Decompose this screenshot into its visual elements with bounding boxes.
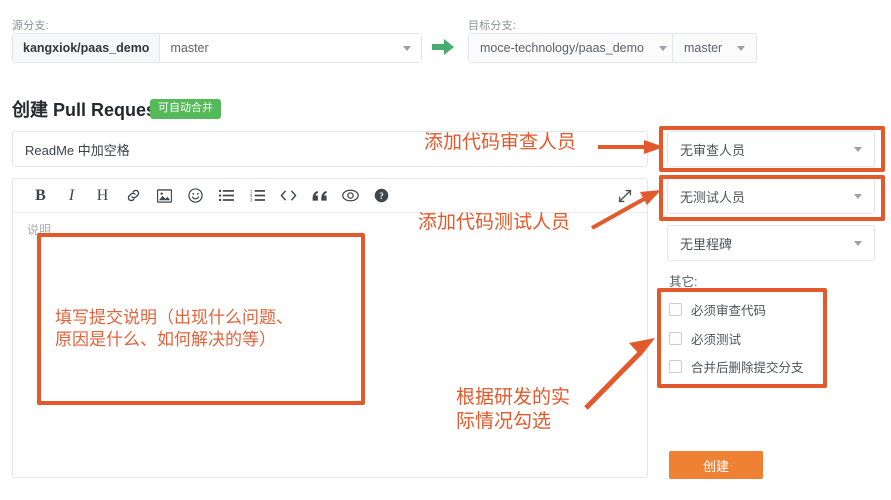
chevron-down-icon: [854, 193, 862, 199]
code-icon[interactable]: [273, 181, 304, 211]
checkbox-delete-branch-after-merge[interactable]: [669, 360, 682, 373]
target-repo-value: moce-technology/paas_demo: [480, 41, 644, 55]
source-branch-label: 源分支:: [12, 20, 49, 32]
chevron-down-icon: [737, 45, 746, 51]
link-icon[interactable]: [118, 181, 149, 211]
tester-dropdown[interactable]: 无测试人员: [667, 178, 875, 214]
checkbox-label-delete-branch-after-merge: 合并后删除提交分支: [691, 361, 804, 375]
pull-request-create-page: 源分支: 目标分支: kangxiok/paas_demo master moc…: [0, 0, 891, 500]
source-branch-dropdown[interactable]: master: [160, 34, 421, 62]
emoji-icon[interactable]: [180, 181, 211, 211]
checkbox-label-must-review-code: 必须审查代码: [691, 304, 767, 318]
checkbox-row-must-review-code[interactable]: 必须审查代码: [669, 300, 766, 319]
italic-icon[interactable]: I: [56, 181, 87, 211]
green-arrow-right-icon: [432, 39, 454, 55]
pr-title-value: ReadMe 中加空格: [25, 142, 130, 158]
source-branch-selector[interactable]: kangxiok/paas_demo master: [12, 33, 422, 63]
reviewer-value: 无审查人员: [680, 142, 746, 158]
checkbox-row-must-test[interactable]: 必须测试: [669, 329, 741, 348]
quote-icon[interactable]: [304, 181, 335, 211]
image-icon[interactable]: [149, 181, 180, 211]
target-repo-dropdown[interactable]: moce-technology/paas_demo: [468, 33, 679, 63]
preview-eye-icon[interactable]: [335, 181, 366, 211]
editor-toolbar: B I H 1 2 3 ?: [13, 179, 647, 213]
checkbox-must-review-code[interactable]: [669, 303, 682, 316]
page-title: 创建 Pull Request: [12, 100, 163, 120]
bold-icon[interactable]: B: [25, 181, 56, 211]
help-icon[interactable]: ?: [366, 181, 397, 211]
tester-value: 无测试人员: [680, 189, 746, 205]
chevron-down-icon: [659, 45, 667, 51]
checkbox-row-delete-branch-after-merge[interactable]: 合并后删除提交分支: [669, 357, 804, 376]
milestone-value: 无里程碑: [680, 236, 733, 252]
svg-text:3: 3: [250, 198, 253, 202]
target-branch-value: master: [684, 41, 723, 55]
source-repo-name: kangxiok/paas_demo: [13, 34, 161, 62]
target-branch-dropdown[interactable]: master: [672, 33, 758, 63]
source-branch-value: master: [170, 41, 209, 55]
ordered-list-icon[interactable]: 1 2 3: [242, 181, 273, 211]
pr-title-input[interactable]: ReadMe 中加空格: [12, 131, 648, 167]
checkbox-label-must-test: 必须测试: [691, 333, 742, 347]
chevron-down-icon: [854, 240, 862, 246]
other-options-label: 其它:: [669, 275, 698, 289]
create-button[interactable]: 创建: [669, 451, 763, 479]
heading-icon[interactable]: H: [87, 181, 118, 211]
checkbox-must-test[interactable]: [669, 332, 682, 345]
chevron-down-icon: [854, 146, 862, 152]
auto-merge-badge: 可自动合并: [150, 99, 221, 119]
expand-fullscreen-icon[interactable]: [615, 186, 635, 206]
description-placeholder: 说明: [27, 223, 52, 237]
chevron-down-icon: [403, 45, 411, 51]
unordered-list-icon[interactable]: [211, 181, 242, 211]
target-branch-label: 目标分支:: [468, 20, 517, 32]
milestone-dropdown[interactable]: 无里程碑: [667, 225, 875, 261]
svg-text:?: ?: [379, 191, 383, 201]
reviewer-dropdown[interactable]: 无审查人员: [667, 131, 875, 167]
description-editor[interactable]: B I H 1 2 3 ? 说明: [12, 178, 648, 478]
